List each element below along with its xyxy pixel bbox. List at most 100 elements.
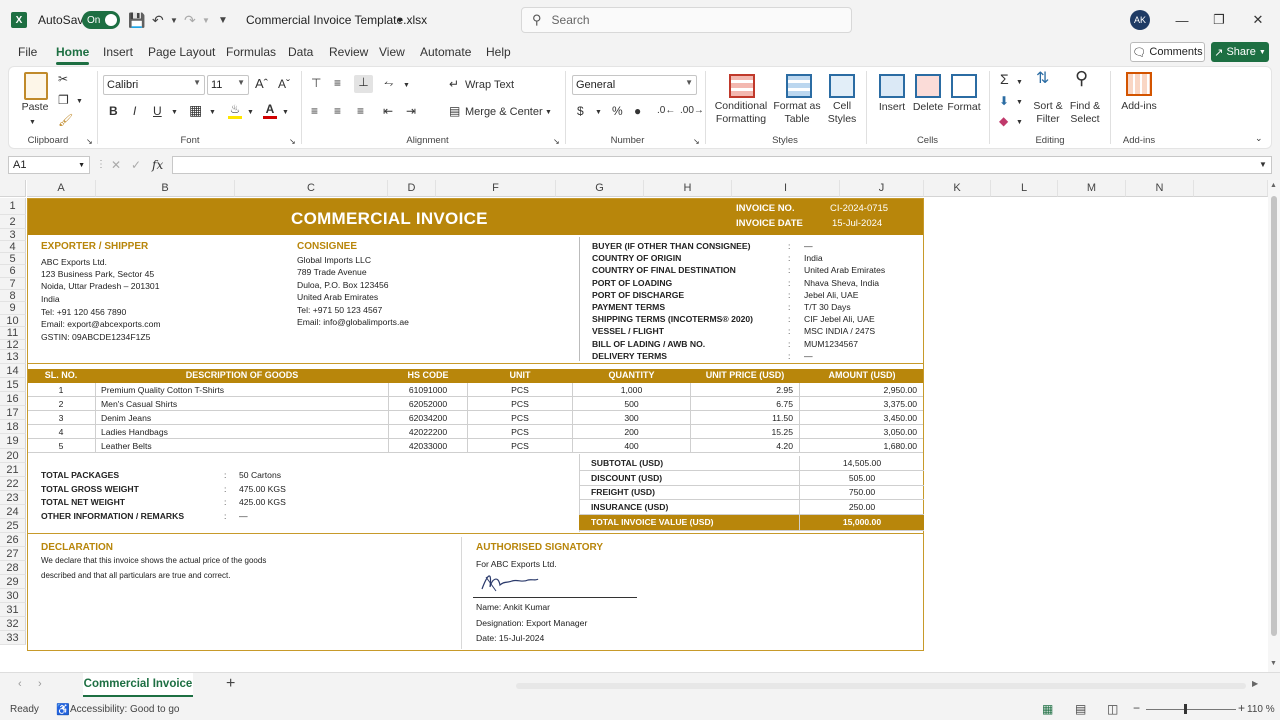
fill-icon[interactable]: ⬇ <box>999 94 1009 108</box>
find-select-label[interactable]: Find & <box>1065 100 1105 113</box>
insert-cells-icon[interactable] <box>879 74 905 98</box>
cell-qty[interactable]: 1,000 <box>573 385 690 395</box>
sort-filter-icon[interactable]: ⇅ <box>1036 71 1049 87</box>
clear-icon[interactable]: ◆ <box>999 114 1008 128</box>
cell-amount[interactable]: 3,375.00 <box>800 399 917 409</box>
zoom-slider-thumb[interactable] <box>1184 704 1187 714</box>
format-as-table-icon[interactable] <box>786 74 812 98</box>
decrease-font-icon[interactable]: Aˇ <box>278 77 290 91</box>
row-header[interactable]: 25 <box>0 519 26 533</box>
decrease-decimal-icon[interactable]: .00→ <box>680 104 704 118</box>
cell-desc[interactable]: Premium Quality Cotton T-Shirts <box>101 385 381 395</box>
column-header[interactable]: M <box>1058 180 1126 197</box>
conditional-formatting-label-2[interactable]: Formatting <box>711 113 771 126</box>
merge-center-icon[interactable]: ▤ <box>449 104 460 118</box>
align-left-icon[interactable]: ≡ <box>311 104 318 118</box>
cell-amount[interactable]: 2,950.00 <box>800 385 917 395</box>
fill-dropdown-icon[interactable]: ▼ <box>1016 96 1023 110</box>
cell-hs[interactable]: 62034200 <box>389 413 467 423</box>
tab-page-layout[interactable]: Page Layout <box>148 45 215 59</box>
cell-unit[interactable]: PCS <box>468 399 572 409</box>
page-layout-view-icon[interactable]: ▤ <box>1075 702 1086 716</box>
row-header[interactable]: 32 <box>0 617 26 631</box>
column-header[interactable]: L <box>991 180 1058 197</box>
tab-view[interactable]: View <box>379 45 405 59</box>
row-header[interactable]: 2 <box>0 215 26 229</box>
delete-cells-icon[interactable] <box>915 74 941 98</box>
tab-data[interactable]: Data <box>288 45 313 59</box>
accessibility-status[interactable]: Accessibility: Good to go <box>70 704 180 715</box>
share-button[interactable]: ↗ Share ▼ <box>1211 42 1269 62</box>
autosum-icon[interactable]: Σ <box>1000 72 1009 86</box>
number-format-select[interactable]: General ▼ <box>572 75 697 95</box>
add-ins-button[interactable]: Add-ins <box>1116 100 1162 113</box>
percent-style-icon[interactable]: % <box>612 104 623 118</box>
orientation-icon[interactable]: ⥊ <box>384 76 394 90</box>
cell-desc[interactable]: Ladies Handbags <box>101 427 381 437</box>
autosum-dropdown-icon[interactable]: ▼ <box>1016 76 1023 90</box>
copy-dropdown-icon[interactable]: ▼ <box>76 95 83 109</box>
row-header[interactable]: 18 <box>0 420 26 434</box>
row-header[interactable]: 30 <box>0 589 26 603</box>
row-header[interactable]: 13 <box>0 350 26 364</box>
formula-input[interactable] <box>172 156 1272 174</box>
accounting-format-icon[interactable]: $ <box>577 104 584 118</box>
cell-hs[interactable]: 42033000 <box>389 441 467 451</box>
total-value[interactable]: 250.00 <box>801 502 923 512</box>
normal-view-icon[interactable]: ▦ <box>1042 702 1053 716</box>
row-header[interactable]: 19 <box>0 434 26 449</box>
alignment-launcher-icon[interactable]: ↘ <box>553 135 560 149</box>
confirm-entry-icon[interactable]: ✓ <box>131 158 141 172</box>
column-header[interactable]: D <box>388 180 436 197</box>
column-header[interactable]: J <box>840 180 924 197</box>
search-box[interactable]: ⚲ Search <box>521 7 852 33</box>
bold-icon[interactable]: B <box>109 104 118 118</box>
increase-decimal-icon[interactable]: .0← <box>657 104 675 118</box>
comma-style-icon[interactable]: ● <box>634 104 641 118</box>
tab-help[interactable]: Help <box>486 45 511 59</box>
cell-price[interactable]: 15.25 <box>691 427 793 437</box>
merge-dropdown-icon[interactable]: ▼ <box>545 106 552 120</box>
filename-chevron-icon[interactable]: ▼ <box>396 0 404 40</box>
row-header[interactable]: 12 <box>0 340 26 351</box>
font-launcher-icon[interactable]: ↘ <box>289 135 296 149</box>
avatar[interactable]: AK <box>1130 10 1150 30</box>
paste-icon[interactable] <box>24 72 48 100</box>
scroll-right-icon[interactable]: ▶ <box>1252 679 1258 688</box>
close-icon[interactable]: ✕ <box>1248 10 1268 30</box>
cell-unit[interactable]: PCS <box>468 427 572 437</box>
underline-icon[interactable]: U <box>153 104 162 118</box>
vertical-scrollbar[interactable]: ▲ ▼ <box>1268 180 1280 672</box>
borders-icon[interactable]: ▦ <box>189 103 202 117</box>
cell-qty[interactable]: 500 <box>573 399 690 409</box>
row-header[interactable]: 23 <box>0 491 26 505</box>
cell-styles-icon[interactable] <box>829 74 855 98</box>
cell-qty[interactable]: 200 <box>573 427 690 437</box>
delete-cells-button[interactable]: Delete <box>908 101 948 114</box>
row-header[interactable]: 31 <box>0 603 26 617</box>
cell-qty[interactable]: 300 <box>573 413 690 423</box>
zoom-slider[interactable] <box>1146 709 1236 710</box>
format-as-table-label[interactable]: Format as <box>772 100 822 113</box>
row-header[interactable]: 26 <box>0 533 26 547</box>
column-header[interactable]: K <box>924 180 991 197</box>
tab-review[interactable]: Review <box>329 45 368 59</box>
wrap-text-button[interactable]: Wrap Text <box>465 79 514 91</box>
align-top-icon[interactable]: ⊤ <box>311 76 321 90</box>
cell-hs[interactable]: 62052000 <box>389 399 467 409</box>
cell-sl[interactable]: 3 <box>28 413 94 423</box>
paste-dropdown-icon[interactable]: ▼ <box>29 116 36 130</box>
cell-desc[interactable]: Men's Casual Shirts <box>101 399 381 409</box>
expand-formula-bar-icon[interactable]: ▼ <box>1259 158 1267 172</box>
restore-icon[interactable]: ❐ <box>1209 10 1229 30</box>
select-all-corner[interactable] <box>0 180 26 197</box>
cell-amount[interactable]: 3,450.00 <box>800 413 917 423</box>
cut-icon[interactable]: ✂ <box>58 72 68 86</box>
format-cells-icon[interactable] <box>951 74 977 98</box>
cancel-entry-icon[interactable]: ✕ <box>111 158 121 172</box>
number-launcher-icon[interactable]: ↘ <box>693 135 700 149</box>
align-middle-icon[interactable]: ≡ <box>334 76 341 90</box>
align-bottom-icon[interactable]: ⊥ <box>354 75 373 93</box>
row-header[interactable]: 4 <box>0 241 26 253</box>
paste-button[interactable]: Paste <box>20 101 50 114</box>
